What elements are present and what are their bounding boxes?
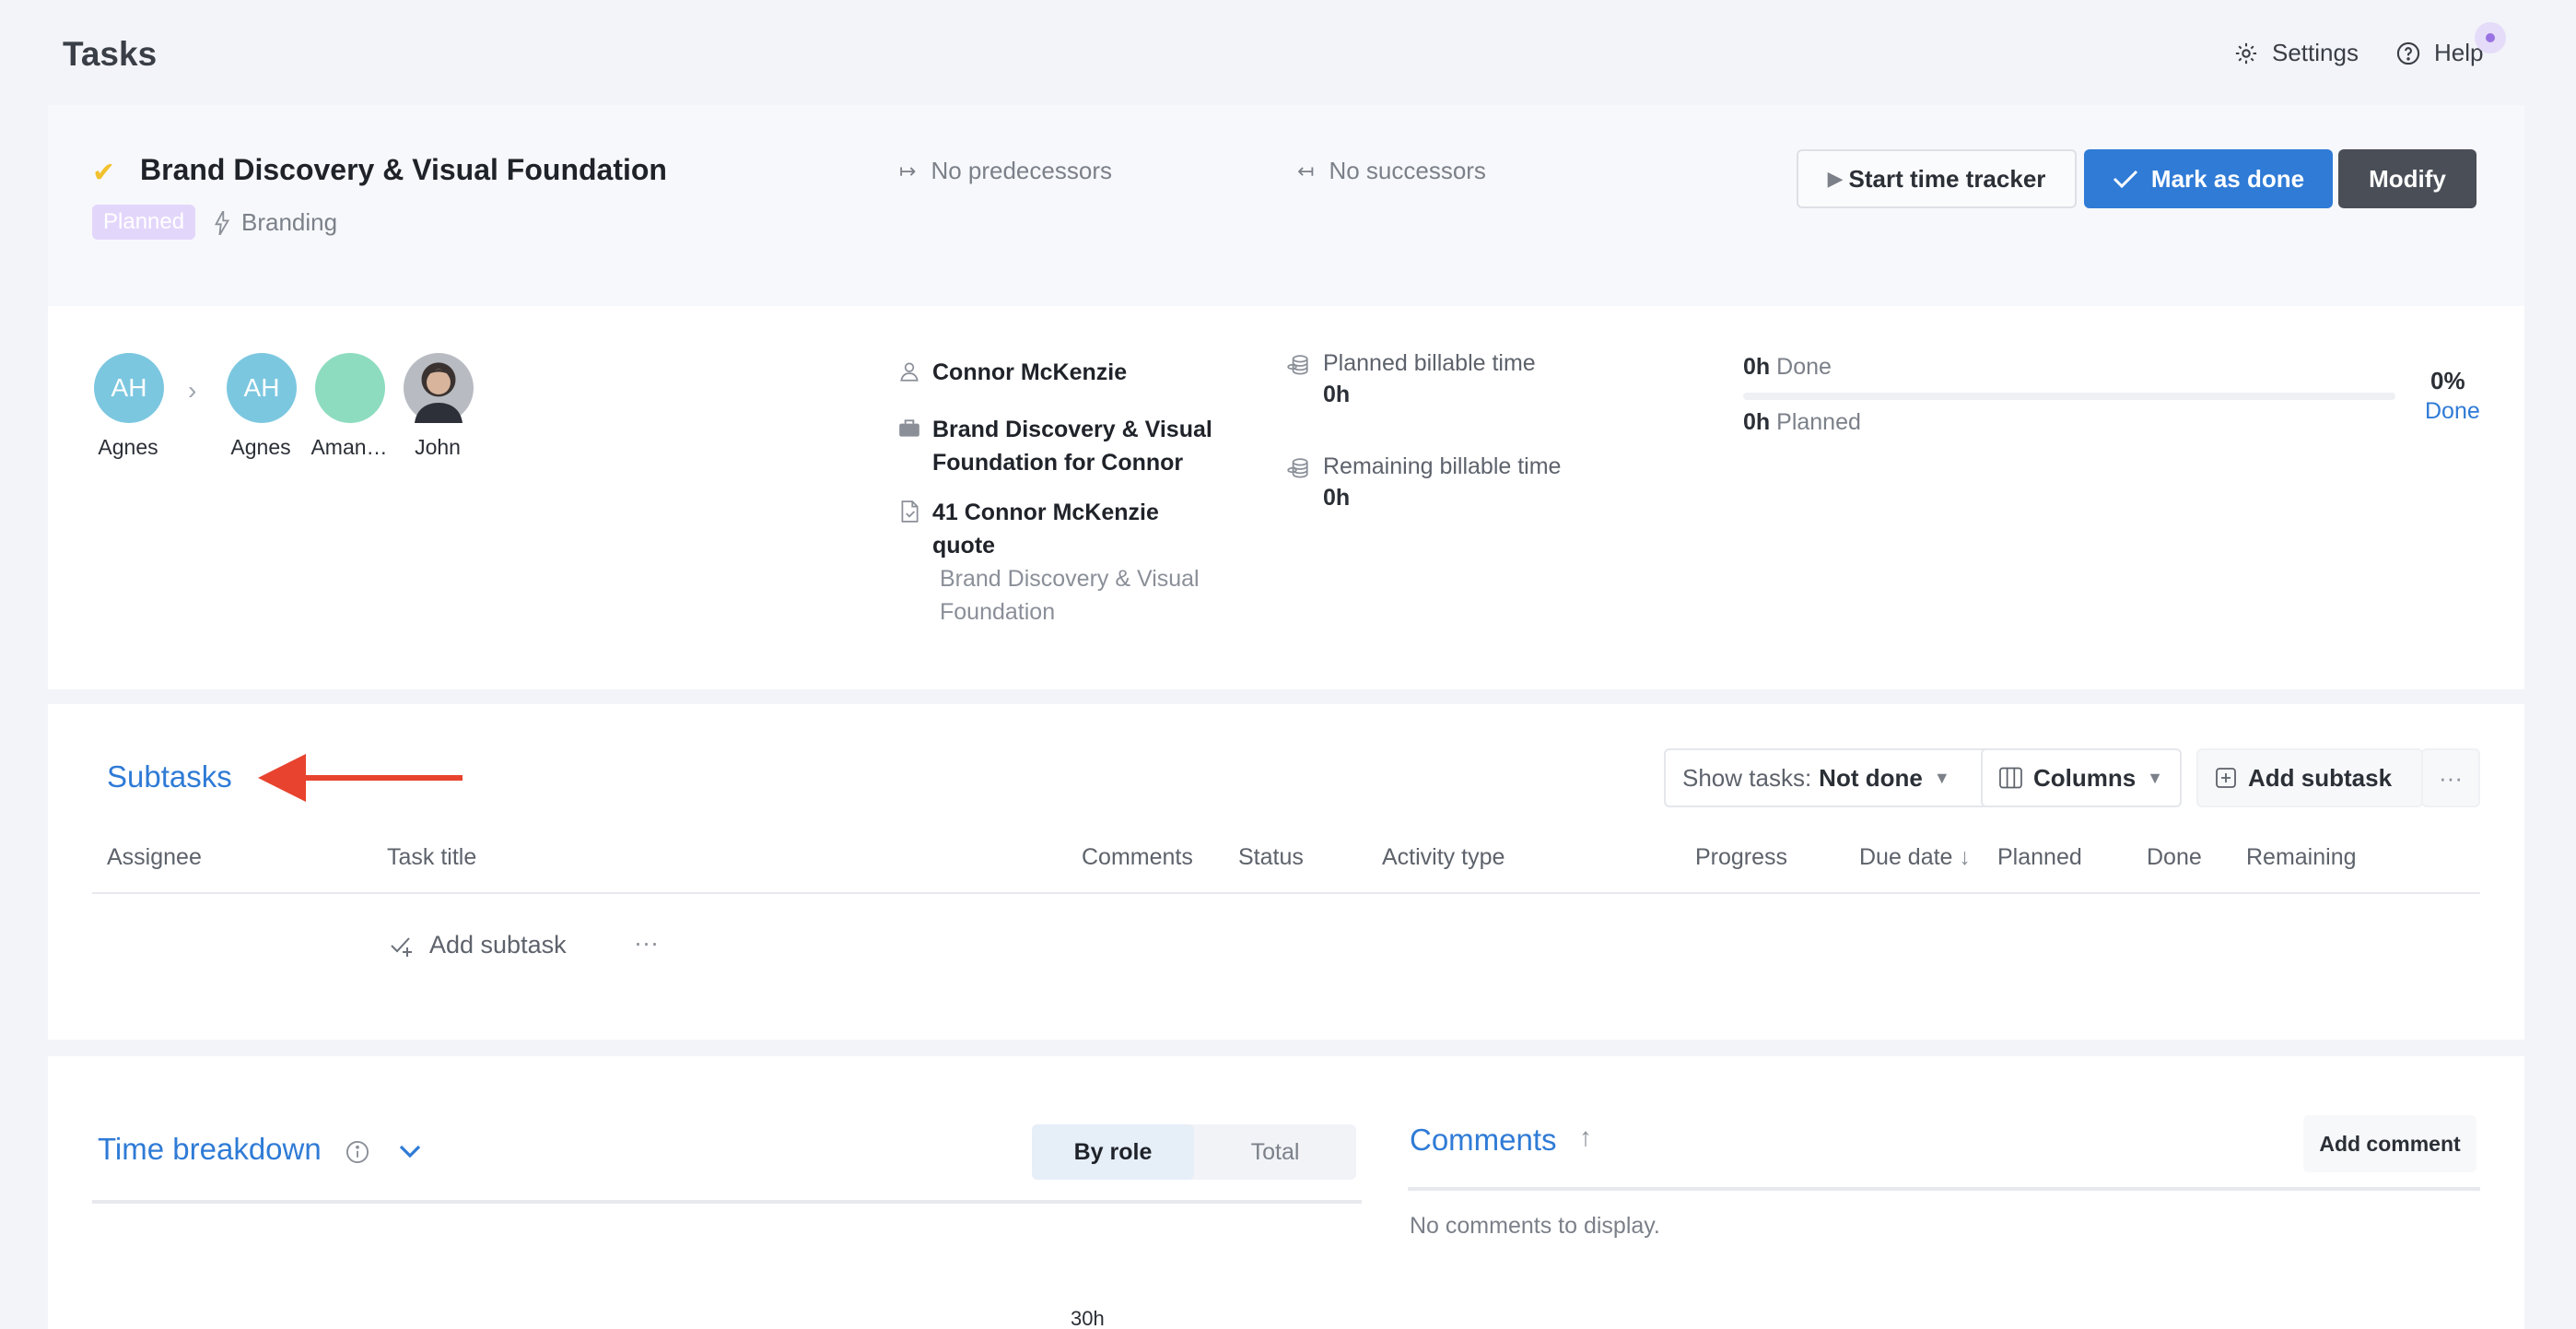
quote-name[interactable]: 41 Connor McKenzie quote: [932, 496, 1159, 562]
client-name[interactable]: Connor McKenzie: [932, 356, 1127, 389]
column-header[interactable]: Comments: [1082, 844, 1193, 871]
question-circle-icon: [2396, 41, 2420, 65]
page-title: Tasks: [63, 35, 158, 73]
add-subtask-button[interactable]: Add subtask: [2196, 748, 2423, 807]
avatar-label: Agnes: [230, 435, 291, 459]
settings-label: Settings: [2272, 39, 2359, 66]
info-icon[interactable]: [345, 1139, 370, 1165]
more-options-button[interactable]: ···: [2421, 748, 2480, 807]
arrow-left-bar-icon: ↤: [1297, 159, 1315, 182]
column-header[interactable]: Assignee: [107, 844, 202, 871]
mark-as-done-button[interactable]: Mark as done: [2084, 149, 2333, 208]
arrow-down-icon: ↓: [1959, 844, 1971, 870]
time-breakdown-toggle: By role Total: [1032, 1124, 1356, 1180]
column-header[interactable]: Progress: [1695, 844, 1787, 871]
divider: [1408, 1187, 2480, 1191]
planned-billable-label: Planned billable time: [1323, 350, 1536, 376]
task-title: Brand Discovery & Visual Foundation: [140, 153, 667, 186]
avatar-label: John: [415, 435, 461, 459]
avatar: [315, 353, 385, 423]
chevron-down-icon[interactable]: [396, 1139, 424, 1163]
avatar: AH: [94, 353, 164, 423]
progress-done: 0h Done: [1743, 354, 1832, 380]
chart-axis-label: 30h: [1071, 1307, 1105, 1329]
modify-button[interactable]: Modify: [2338, 149, 2476, 208]
tab-by-role[interactable]: By role: [1032, 1124, 1194, 1180]
divider: [92, 892, 2480, 894]
time-breakdown-title[interactable]: Time breakdown: [98, 1132, 322, 1167]
settings-link[interactable]: Settings: [2233, 39, 2359, 67]
column-header[interactable]: Task title: [387, 844, 476, 871]
column-header[interactable]: Planned: [1997, 844, 2082, 871]
divider: [92, 1200, 1362, 1204]
column-header[interactable]: Done: [2147, 844, 2202, 871]
add-comment-button[interactable]: Add comment: [2303, 1115, 2476, 1172]
column-header[interactable]: Activity type: [1382, 844, 1505, 871]
project-name[interactable]: Brand Discovery & Visual Foundation for …: [932, 413, 1212, 479]
lightning-icon: [214, 210, 230, 235]
progress-percent-label: Done: [2425, 398, 2480, 424]
no-comments-text: No comments to display.: [1410, 1213, 1660, 1239]
progress-bar: [1743, 393, 2395, 400]
progress-percent: 0%: [2430, 367, 2465, 394]
coins-icon: [1287, 355, 1308, 375]
progress-planned: 0h Planned: [1743, 409, 1861, 435]
caret-down-icon: ▼: [1933, 768, 1950, 787]
bottom-section: [48, 1056, 2524, 1329]
plus-square-icon: [2216, 768, 2236, 788]
add-check-icon: [391, 936, 412, 957]
column-header[interactable]: Status: [1238, 844, 1304, 871]
avatar: AH: [227, 353, 297, 423]
check-icon[interactable]: ✔: [92, 157, 115, 189]
arrow-right-bar-icon: ↦: [899, 159, 917, 182]
planned-billable-value: 0h: [1323, 382, 1351, 407]
tab-total[interactable]: Total: [1194, 1124, 1356, 1180]
columns-button[interactable]: Columns ▼: [1981, 748, 2182, 807]
assignee-agnes[interactable]: AH: [227, 353, 297, 423]
gear-icon: [2235, 42, 2257, 64]
subtasks-title[interactable]: Subtasks: [107, 759, 232, 794]
start-time-tracker-button[interactable]: ▶ Start time tracker: [1797, 149, 2077, 208]
check-icon: [2113, 170, 2137, 189]
add-subtask-row[interactable]: Add subtask: [389, 931, 567, 959]
briefcase-icon: [899, 419, 919, 437]
add-row-more-button[interactable]: ···: [634, 929, 659, 958]
category-tag: Branding: [214, 208, 337, 237]
help-link[interactable]: Help: [2395, 39, 2483, 67]
show-tasks-dropdown[interactable]: Show tasks: Not done ▼: [1664, 748, 2012, 807]
avatar-label: Aman…: [310, 435, 388, 459]
assignee-from[interactable]: AH: [94, 353, 164, 423]
column-header-due-date[interactable]: Due date ↓: [1859, 844, 1971, 871]
remaining-billable-label: Remaining billable time: [1323, 453, 1562, 479]
person-icon: [900, 362, 919, 382]
coins-icon: [1287, 458, 1308, 478]
quote-subtitle: Brand Discovery & Visual Foundation: [940, 566, 1200, 625]
columns-icon: [1999, 767, 2022, 789]
play-icon: ▶: [1827, 167, 1844, 190]
assignee-john[interactable]: [404, 353, 474, 423]
successors[interactable]: ↤ No successors: [1297, 157, 1486, 185]
column-header[interactable]: Remaining: [2246, 844, 2357, 871]
notification-dot: [2475, 22, 2506, 53]
assignee-aman[interactable]: [315, 353, 385, 423]
chevron-right-icon: ›: [188, 376, 197, 405]
predecessors[interactable]: ↦ No predecessors: [899, 157, 1112, 185]
remaining-billable-value: 0h: [1323, 485, 1351, 511]
quote-document-icon: [901, 500, 919, 523]
status-badge: Planned: [92, 205, 196, 240]
comments-title[interactable]: Comments: [1410, 1123, 1557, 1158]
annotation-arrow: [258, 754, 463, 802]
arrow-up-icon[interactable]: ↑: [1579, 1123, 1592, 1152]
avatar-photo: [404, 353, 474, 423]
caret-down-icon: ▼: [2147, 768, 2163, 787]
avatar-label: Agnes: [98, 435, 158, 459]
